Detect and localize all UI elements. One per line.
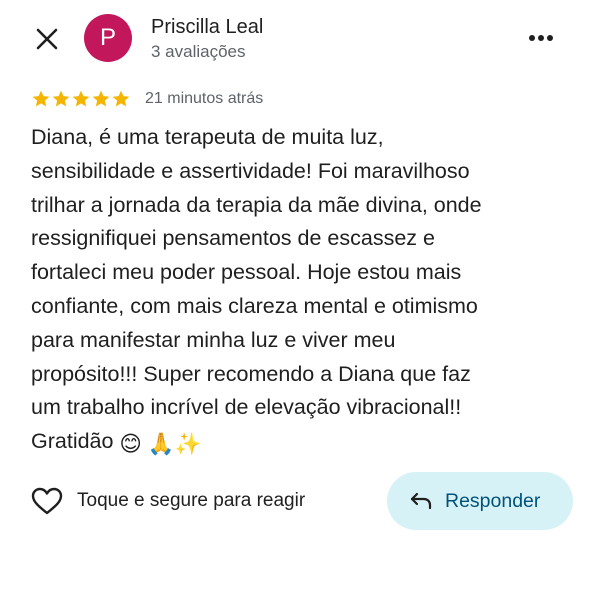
more-options-button[interactable] [524, 24, 558, 52]
reply-button[interactable]: Responder [387, 472, 573, 530]
review-header: P Priscilla Leal 3 avaliações [0, 0, 590, 80]
smile-emoji: 😊 [119, 432, 142, 457]
user-name[interactable]: Priscilla Leal [151, 16, 263, 39]
avatar-letter: P [99, 24, 116, 51]
more-vert-icon [529, 35, 553, 41]
star-icon [52, 90, 70, 107]
pray-emoji: 🙏 [147, 432, 175, 457]
close-button[interactable] [30, 22, 64, 56]
review-text: Diana, é uma terapeuta de muita luz, sen… [31, 121, 561, 462]
avatar[interactable]: P [84, 14, 132, 62]
user-review-count: 3 avaliações [151, 42, 246, 61]
react-label: Toque e segure para reagir [77, 490, 306, 511]
close-icon [36, 28, 58, 50]
star-icon [92, 90, 110, 107]
star-icon [72, 90, 90, 107]
star-rating [31, 89, 131, 109]
star-icon [32, 90, 50, 107]
rating-row: 21 minutos atrás [31, 88, 263, 110]
star-icon [112, 90, 130, 107]
react-button[interactable]: Toque e segure para reagir [31, 482, 305, 520]
heart-outline-icon [31, 487, 63, 515]
reply-arrow-icon [409, 489, 433, 513]
reply-label: Responder [445, 489, 541, 512]
sparkles-emoji: ✨ [174, 432, 202, 457]
review-time: 21 minutos atrás [145, 90, 264, 107]
review-body: Diana, é uma terapeuta de muita luz, sen… [31, 125, 482, 454]
